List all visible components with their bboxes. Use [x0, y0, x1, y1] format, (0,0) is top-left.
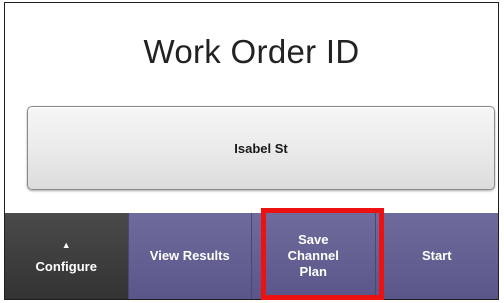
view-results-button[interactable]: View Results — [127, 213, 251, 299]
triangle-up-icon: ▲ — [61, 240, 71, 250]
highlight-box — [261, 208, 384, 300]
page-title: Work Order ID — [143, 33, 360, 70]
configure-button[interactable]: ▲ Configure — [5, 213, 128, 299]
work-order-id-field-button[interactable]: Isabel St — [27, 106, 495, 190]
view-results-label: View Results — [149, 248, 230, 263]
work-order-id-value: Isabel St — [234, 140, 288, 156]
configure-label: Configure — [35, 259, 97, 274]
device-screen: Work Order ID Isabel St ▲ Configure View… — [4, 2, 499, 300]
start-label: Start — [421, 248, 452, 263]
bottom-toolbar: ▲ Configure View Results Save Channel Pl… — [5, 213, 498, 299]
start-button[interactable]: Start — [374, 213, 498, 299]
